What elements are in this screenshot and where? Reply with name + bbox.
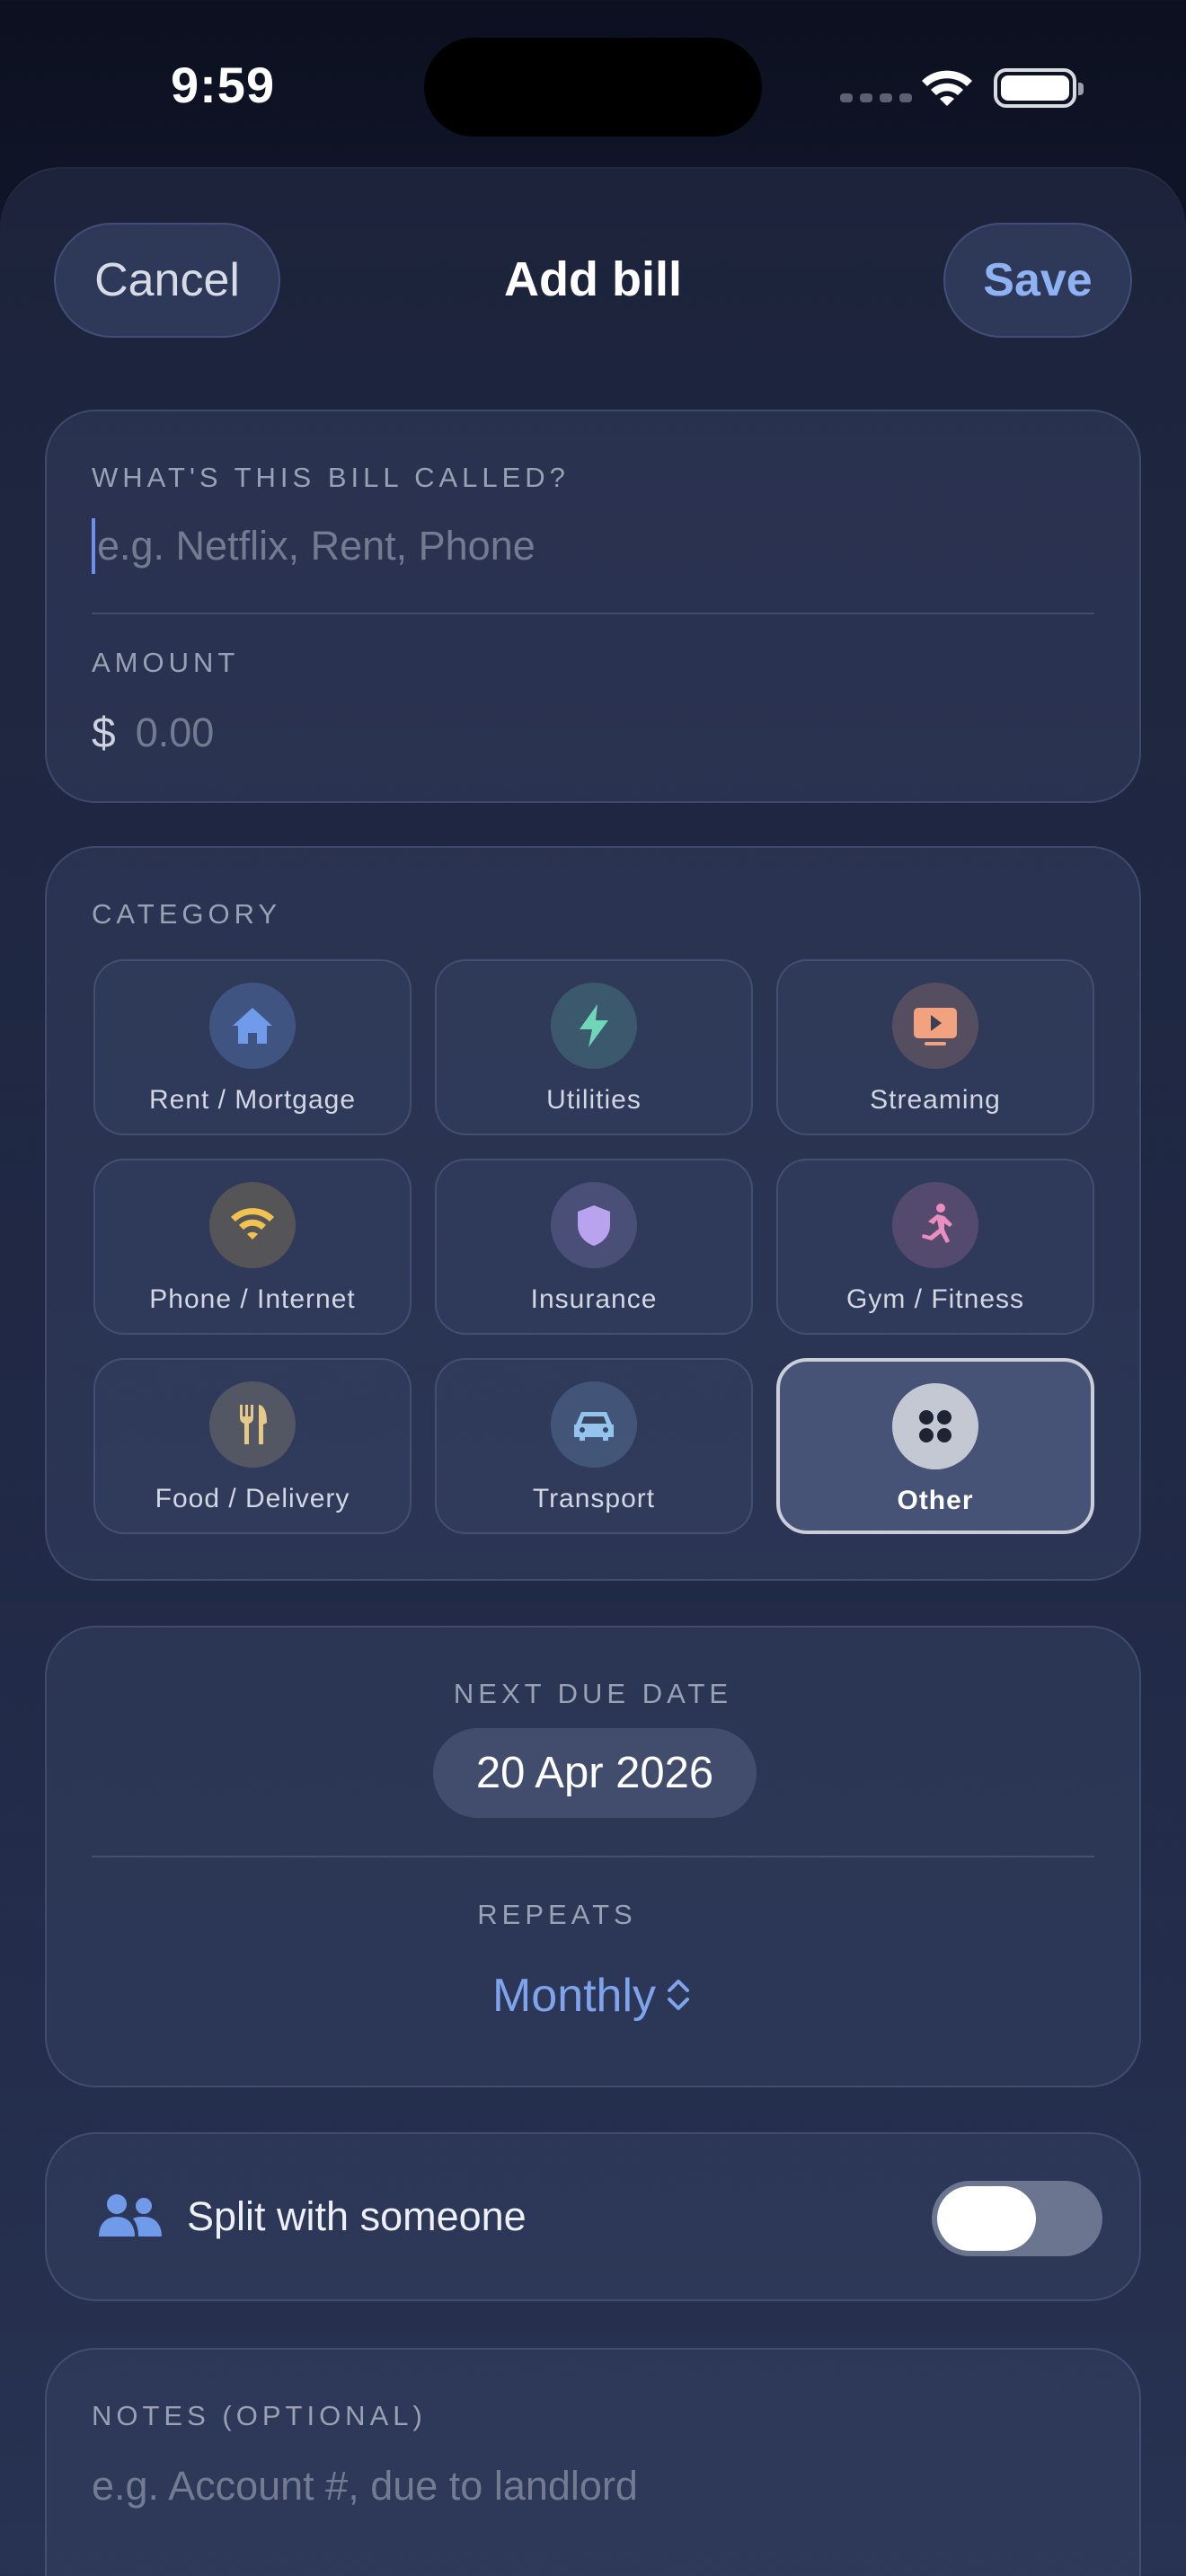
- divider: [92, 613, 1094, 614]
- runner-icon: [892, 1182, 978, 1268]
- people-icon: [99, 2194, 162, 2236]
- amount-label: AMOUNT: [92, 647, 240, 678]
- wifi-status-icon: [922, 70, 972, 106]
- repeats-picker[interactable]: Monthly: [47, 1969, 1139, 2023]
- repeats-label: REPEATS: [477, 1899, 637, 1930]
- due-date-picker[interactable]: 20 Apr 2026: [433, 1728, 757, 1818]
- category-name: Rent / Mortgage: [148, 1085, 357, 1115]
- category-name: Other: [897, 1486, 974, 1515]
- shield-icon: [551, 1182, 637, 1268]
- category-streaming[interactable]: Streaming: [776, 959, 1094, 1135]
- category-food-delivery[interactable]: Food / Delivery: [93, 1358, 412, 1534]
- bolt-icon: [551, 983, 637, 1069]
- house-icon: [209, 983, 296, 1069]
- text-caret: [92, 518, 95, 574]
- category-name: Insurance: [530, 1284, 658, 1314]
- currency-symbol: $: [92, 709, 116, 757]
- schedule-card: NEXT DUE DATE 20 Apr 2026 REPEATS Monthl…: [45, 1626, 1141, 2087]
- fork-knife-icon: [209, 1381, 296, 1468]
- grid-dots-icon: [892, 1383, 978, 1469]
- category-name: Streaming: [870, 1085, 1001, 1115]
- category-card: CATEGORY Rent / Mortgage Utilities Strea…: [45, 846, 1141, 1581]
- save-button[interactable]: Save: [943, 223, 1132, 338]
- dynamic-island: [424, 38, 762, 137]
- status-bar: 9:59: [0, 0, 1186, 171]
- category-gym-fitness[interactable]: Gym / Fitness: [776, 1159, 1094, 1335]
- category-name: Gym / Fitness: [845, 1284, 1025, 1314]
- amount-input[interactable]: [135, 710, 1094, 756]
- toggle-knob: [937, 2186, 1036, 2251]
- category-name: Transport: [532, 1484, 656, 1513]
- status-time: 9:59: [171, 57, 276, 113]
- divider: [92, 1856, 1094, 1857]
- category-rent-mortgage[interactable]: Rent / Mortgage: [93, 959, 412, 1135]
- bill-details-card: WHAT'S THIS BILL CALLED? AMOUNT $: [45, 410, 1141, 803]
- category-name: Utilities: [546, 1085, 642, 1115]
- notes-label: NOTES (OPTIONAL): [92, 2400, 427, 2431]
- amount-row: $: [92, 697, 1094, 769]
- car-icon: [551, 1381, 637, 1468]
- notes-card: NOTES (OPTIONAL): [45, 2348, 1141, 2576]
- category-label: CATEGORY: [92, 898, 282, 930]
- category-name: Food / Delivery: [155, 1484, 350, 1513]
- category-phone-internet[interactable]: Phone / Internet: [93, 1159, 412, 1335]
- category-utilities[interactable]: Utilities: [435, 959, 753, 1135]
- split-label: Split with someone: [187, 2193, 527, 2239]
- wifi-icon: [209, 1182, 296, 1268]
- notes-input[interactable]: [92, 2463, 1094, 2510]
- play-screen-icon: [892, 983, 978, 1069]
- category-transport[interactable]: Transport: [435, 1358, 753, 1534]
- category-grid: Rent / Mortgage Utilities Streaming Phon…: [93, 959, 1094, 1534]
- battery-icon: [994, 68, 1084, 108]
- repeats-value: Monthly: [491, 1970, 657, 2022]
- notes-field-wrap: [92, 2450, 1094, 2522]
- category-name: Phone / Internet: [149, 1284, 356, 1314]
- bill-name-label: WHAT'S THIS BILL CALLED?: [92, 462, 570, 493]
- due-date-label: NEXT DUE DATE: [453, 1678, 733, 1709]
- bill-name-input[interactable]: [96, 523, 1094, 569]
- category-other[interactable]: Other: [776, 1358, 1094, 1534]
- split-card: Split with someone: [45, 2132, 1141, 2301]
- cellular-signal-icon: [840, 93, 912, 102]
- split-toggle[interactable]: [932, 2181, 1102, 2256]
- category-insurance[interactable]: Insurance: [435, 1159, 753, 1335]
- chevron-up-down-icon: [668, 1980, 690, 2010]
- bill-name-field-wrap: [92, 510, 1094, 582]
